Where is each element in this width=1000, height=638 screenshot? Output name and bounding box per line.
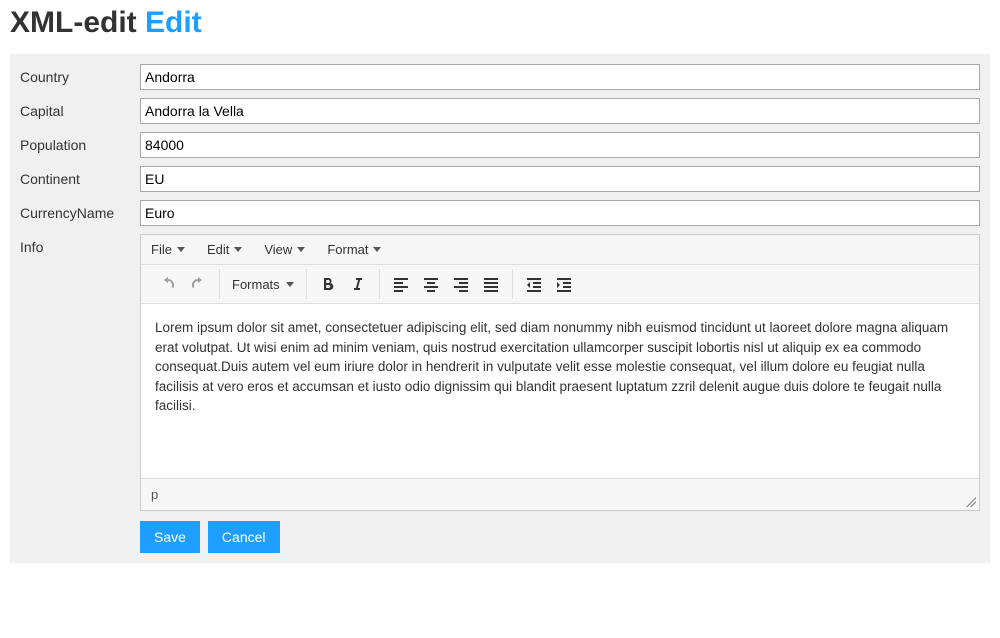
menu-file-label: File <box>151 242 172 257</box>
outdent-icon <box>526 276 542 292</box>
bold-button[interactable] <box>313 271 343 297</box>
editor-statusbar: p <box>141 479 979 510</box>
undo-icon <box>160 276 176 292</box>
editor-element-path[interactable]: p <box>151 487 158 502</box>
chevron-down-icon <box>297 247 305 252</box>
page-title-accent: Edit <box>145 6 202 39</box>
input-currency-name[interactable] <box>140 200 980 226</box>
align-justify-icon <box>483 276 499 292</box>
chevron-down-icon <box>177 247 185 252</box>
input-capital[interactable] <box>140 98 980 124</box>
chevron-down-icon <box>286 282 294 287</box>
menu-format[interactable]: Format <box>325 239 383 260</box>
row-continent: Continent <box>20 166 980 192</box>
form-panel: Country Capital Population Continent Cur… <box>10 54 990 563</box>
menu-format-label: Format <box>327 242 368 257</box>
align-right-icon <box>453 276 469 292</box>
input-continent[interactable] <box>140 166 980 192</box>
indent-button[interactable] <box>549 271 579 297</box>
editor-menubar: File Edit View Format <box>141 235 979 265</box>
label-currency-name: CurrencyName <box>20 200 140 221</box>
editor-content[interactable]: Lorem ipsum dolor sit amet, consectetuer… <box>141 304 979 479</box>
menu-file[interactable]: File <box>149 239 187 260</box>
form-actions: Save Cancel <box>140 521 980 553</box>
label-population: Population <box>20 132 140 153</box>
menu-view[interactable]: View <box>262 239 307 260</box>
editor-toolbar: Formats <box>141 265 979 304</box>
menu-edit[interactable]: Edit <box>205 239 244 260</box>
align-center-button[interactable] <box>416 271 446 297</box>
input-country[interactable] <box>140 64 980 90</box>
menu-view-label: View <box>264 242 292 257</box>
page-title-main: XML-edit <box>10 6 137 39</box>
resize-handle[interactable] <box>965 496 977 508</box>
align-left-button[interactable] <box>386 271 416 297</box>
align-right-button[interactable] <box>446 271 476 297</box>
italic-icon <box>350 276 366 292</box>
align-justify-button[interactable] <box>476 271 506 297</box>
label-capital: Capital <box>20 98 140 119</box>
label-continent: Continent <box>20 166 140 187</box>
input-population[interactable] <box>140 132 980 158</box>
redo-button[interactable] <box>183 271 213 297</box>
row-population: Population <box>20 132 980 158</box>
row-currency-name: CurrencyName <box>20 200 980 226</box>
italic-button[interactable] <box>343 271 373 297</box>
row-country: Country <box>20 64 980 90</box>
save-button[interactable]: Save <box>140 521 200 553</box>
undo-button[interactable] <box>153 271 183 297</box>
formats-label: Formats <box>232 277 280 292</box>
align-center-icon <box>423 276 439 292</box>
label-country: Country <box>20 64 140 85</box>
cancel-button[interactable]: Cancel <box>208 521 280 553</box>
page-title: XML-edit Edit <box>10 6 990 40</box>
chevron-down-icon <box>373 247 381 252</box>
chevron-down-icon <box>234 247 242 252</box>
label-info: Info <box>20 234 140 255</box>
rich-text-editor: File Edit View Format <box>140 234 980 511</box>
formats-dropdown[interactable]: Formats <box>226 274 300 295</box>
redo-icon <box>190 276 206 292</box>
bold-icon <box>320 276 336 292</box>
outdent-button[interactable] <box>519 271 549 297</box>
row-capital: Capital <box>20 98 980 124</box>
indent-icon <box>556 276 572 292</box>
align-left-icon <box>393 276 409 292</box>
row-info: Info File Edit View <box>20 234 980 511</box>
menu-edit-label: Edit <box>207 242 229 257</box>
